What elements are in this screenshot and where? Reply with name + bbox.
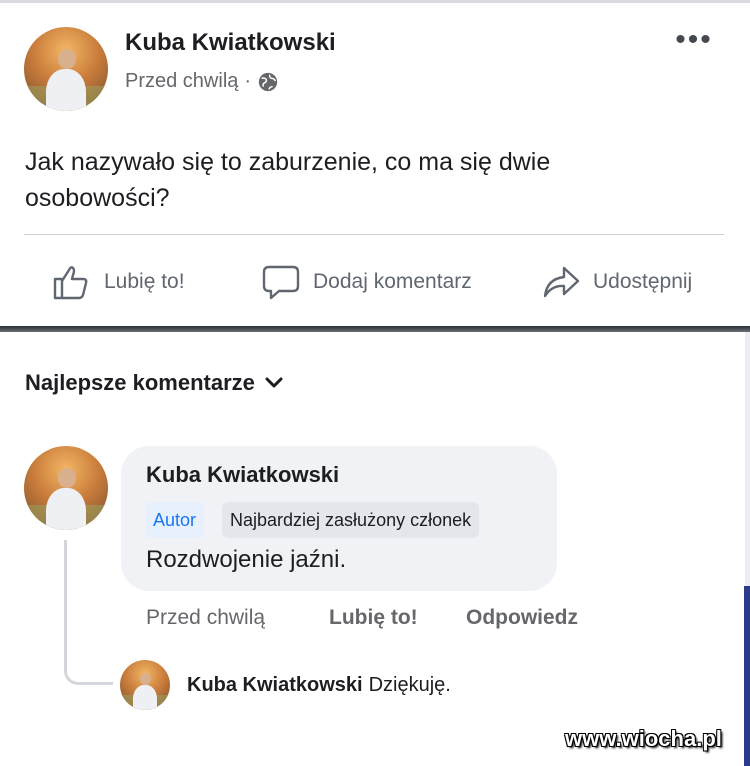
share-button[interactable]: Udostępnij [541,260,692,304]
reply-avatar[interactable] [120,660,170,710]
reply-preview[interactable]: Kuba Kwiatkowski Dziękuję. [187,674,451,697]
globe-icon[interactable] [257,71,279,93]
share-label: Udostępnij [593,270,693,293]
post-time[interactable]: Przed chwilą [125,70,238,93]
commenter-avatar[interactable] [24,446,108,530]
watermark: www.wiocha.pl [565,726,722,751]
author-badge: Autor [145,502,205,538]
reply-text: Dziękuję. [368,674,451,696]
chevron-down-icon [265,377,283,388]
like-label: Lubię to! [104,270,185,293]
author-avatar[interactable] [24,27,108,111]
post-author-name[interactable]: Kuba Kwiatkowski [125,29,336,57]
post-text: Jak nazywało się to zaburzenie, co ma si… [25,148,551,212]
comment-icon [262,265,300,300]
reply-author-name: Kuba Kwiatkowski [187,674,363,696]
more-options-icon[interactable]: ••• [672,25,716,58]
top-member-badge: Najbardziej zasłużony członek [222,502,480,538]
comment-reply-link[interactable]: Odpowiedz [466,606,578,630]
comment-like-link[interactable]: Lubię to! [329,606,418,630]
share-icon [543,266,580,298]
comment-label: Dodaj komentarz [313,270,472,293]
scroll-thumb[interactable] [744,586,750,766]
top-edge [0,0,750,3]
thumbs-up-icon [53,266,88,300]
post-meta: Przed chwilą · [125,70,279,93]
meta-separator: · [244,70,252,92]
like-button[interactable]: Lubię to! [52,260,185,304]
comment-text: Rozdwojenie jaźni. [146,546,347,573]
section-separator [0,326,750,332]
comment-time[interactable]: Przed chwilą [146,606,265,630]
comment-button[interactable]: Dodaj komentarz [261,260,472,304]
comments-filter[interactable]: Najlepsze komentarze [25,370,283,396]
comment-author-name[interactable]: Kuba Kwiatkowski [146,462,339,488]
comments-heading: Najlepsze komentarze [25,370,255,395]
divider [24,234,724,235]
thread-line [64,540,113,685]
